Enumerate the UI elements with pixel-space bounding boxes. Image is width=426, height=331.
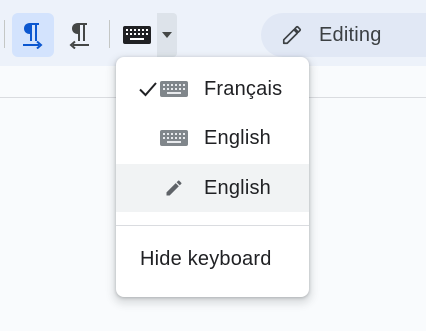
input-tools-button[interactable] xyxy=(117,13,157,57)
toolbar-separator xyxy=(109,20,110,48)
menu-item-francais-keyboard[interactable]: Français xyxy=(116,65,309,113)
input-tools-dropdown-button[interactable] xyxy=(157,13,177,57)
editing-mode-button[interactable]: Editing xyxy=(261,13,426,57)
pencil-icon xyxy=(166,180,182,196)
caret-down-icon xyxy=(162,32,172,38)
menu-item-label: English xyxy=(204,126,271,149)
toolbar-separator xyxy=(4,20,5,48)
keyboard-icon xyxy=(160,130,188,146)
hide-keyboard-menu-item[interactable]: Hide keyboard xyxy=(140,248,272,271)
menu-item-label: Français xyxy=(204,77,283,100)
rtl-text-direction-button[interactable] xyxy=(58,13,100,57)
menu-item-english-keyboard[interactable]: English xyxy=(116,114,309,162)
menu-item-english-handwriting[interactable]: English xyxy=(116,164,309,212)
menu-item-label: English xyxy=(204,176,271,199)
ltr-text-direction-button[interactable] xyxy=(12,13,54,57)
menu-divider xyxy=(116,225,309,226)
input-tools-menu: Français English English Hide keyboard xyxy=(116,57,309,297)
keyboard-icon xyxy=(123,26,151,44)
pencil-icon xyxy=(282,25,302,45)
keyboard-icon xyxy=(160,81,188,97)
pilcrow-rtl-icon xyxy=(69,23,89,49)
editing-mode-label: Editing xyxy=(319,23,382,46)
checkmark-icon xyxy=(139,82,157,97)
pilcrow-ltr-icon xyxy=(23,23,43,49)
